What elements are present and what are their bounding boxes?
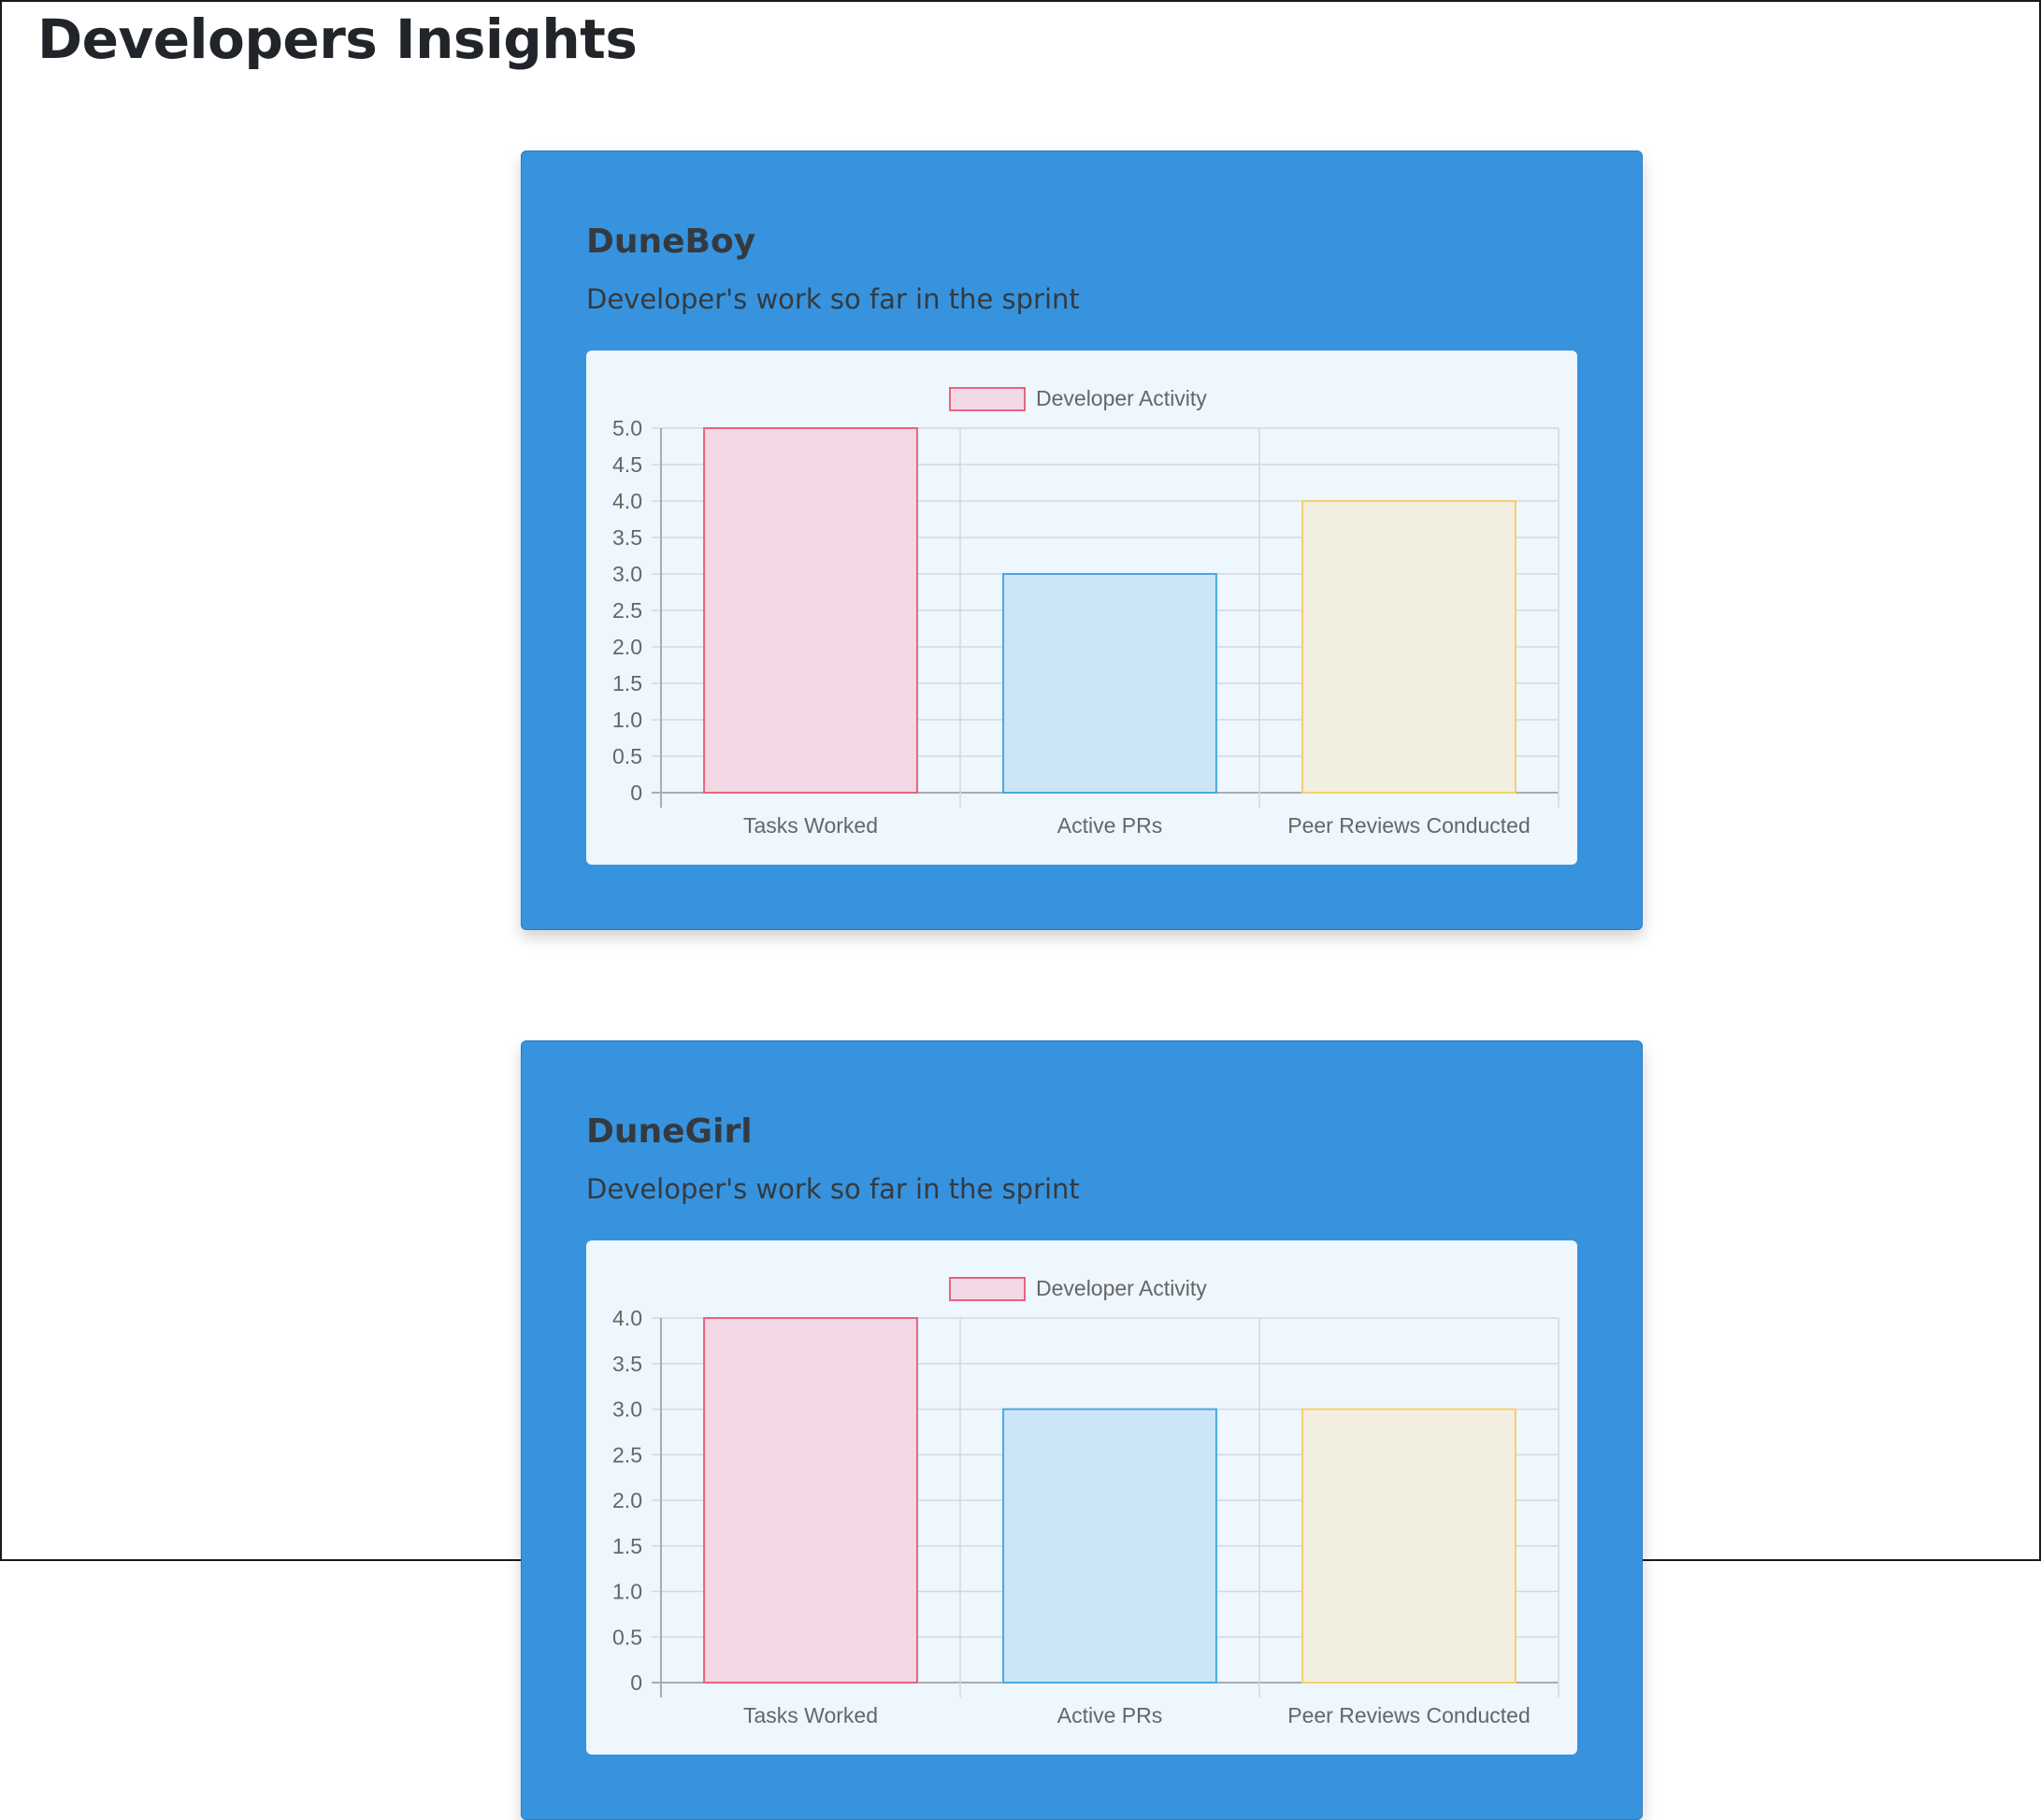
bar-tasks-worked [703, 427, 918, 794]
x-tick-label: Tasks Worked [743, 813, 878, 838]
legend-label: Developer Activity [1036, 386, 1207, 410]
activity-chart-panel: Developer Activity 0 0.5 1.0 1.5 2.0 2.5 3.0 3.5… [586, 1240, 1577, 1755]
bar-peer-reviews-conducted [1301, 1408, 1516, 1684]
y-tick-label: 3.0 [612, 562, 642, 586]
y-tick-label: 4.5 [612, 452, 642, 477]
developer-name: DuneGirl [586, 1112, 753, 1151]
developer-description: Developer's work so far in the sprint [586, 283, 1080, 315]
y-tick-label: 3.0 [612, 1397, 642, 1422]
y-tick-label: 2.5 [612, 598, 642, 623]
x-tick-label: Peer Reviews Conducted [1287, 1703, 1531, 1727]
y-tick-label: 2.5 [612, 1442, 642, 1467]
y-tick-label: 2.0 [612, 1488, 642, 1512]
y-tick-label: 2.0 [612, 635, 642, 659]
x-tick-label: Active PRs [1057, 1703, 1162, 1727]
developer-card-duneboy: DuneBoy Developer's work so far in the s… [521, 150, 1643, 930]
legend-label: Developer Activity [1036, 1276, 1207, 1300]
legend-swatch [949, 387, 1026, 411]
y-tick-label: 0 [630, 781, 642, 805]
y-tick-label: 3.5 [612, 525, 642, 550]
legend-swatch [949, 1277, 1026, 1301]
y-tick-label: 1.0 [612, 708, 642, 732]
y-tick-label: 4.0 [612, 489, 642, 513]
x-tick-label: Tasks Worked [743, 1703, 878, 1727]
developer-description: Developer's work so far in the sprint [586, 1173, 1080, 1205]
y-tick-label: 1.0 [612, 1580, 642, 1604]
y-tick-label: 1.5 [612, 671, 642, 695]
y-tick-label: 1.5 [612, 1534, 642, 1558]
x-tick-label: Peer Reviews Conducted [1287, 813, 1531, 838]
activity-bar-chart: Developer Activity 0 0.5 1.0 1.5 2.0 2.5 3.0 3.5… [612, 386, 1559, 838]
y-tick-label: 0 [630, 1670, 642, 1695]
bar-peer-reviews-conducted [1301, 500, 1516, 794]
bar-tasks-worked [703, 1317, 918, 1684]
y-tick-label: 3.5 [612, 1352, 642, 1376]
y-tick-label: 4.0 [612, 1306, 642, 1330]
y-tick-label: 0.5 [612, 1625, 642, 1649]
bar-active-prs [1002, 1408, 1217, 1684]
bar-active-prs [1002, 573, 1217, 794]
developer-card-dunegirl: DuneGirl Developer's work so far in the … [521, 1040, 1643, 1820]
y-tick-label: 0.5 [612, 744, 642, 768]
activity-chart-panel: Developer Activity 0 0.5 1.0 1.5 2.0 2.5 3.0 3.5… [586, 351, 1577, 865]
x-tick-label: Active PRs [1057, 813, 1162, 838]
page-title: Developers Insights [37, 7, 638, 71]
activity-bar-chart: Developer Activity 0 0.5 1.0 1.5 2.0 2.5 3.0 3.5… [612, 1276, 1559, 1727]
developer-name: DuneBoy [586, 222, 756, 261]
y-tick-label: 5.0 [612, 416, 642, 440]
